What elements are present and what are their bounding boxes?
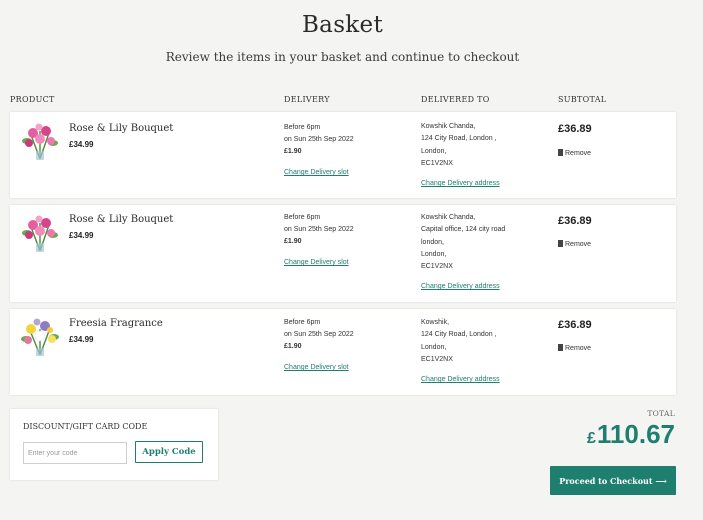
address-line: London, — [421, 250, 447, 258]
delivery-time: Before 6pm — [284, 124, 321, 131]
page-subtitle: Review the items in your basket and cont… — [165, 50, 520, 64]
remove-button[interactable]: Remove — [558, 240, 591, 248]
discount-label: DISCOUNT/GIFT CARD CODE — [23, 422, 148, 431]
column-header-delivered-to: DELIVERED TO — [421, 95, 490, 104]
address-line: EC1V2NX — [421, 263, 453, 271]
total-label: TOTAL — [647, 409, 675, 418]
change-delivery-slot-link[interactable]: Change Delivery slot — [284, 259, 349, 266]
remove-label: Remove — [565, 150, 592, 157]
trash-icon — [558, 149, 563, 156]
address-line: EC1V2NX — [421, 355, 453, 363]
product-price: £34.99 — [69, 140, 94, 149]
product-price: £34.99 — [69, 231, 94, 240]
change-delivery-slot-link[interactable]: Change Delivery slot — [284, 169, 349, 176]
total-amount: 110.67 — [596, 419, 675, 449]
address-line: Capital office, 124 city road — [421, 226, 506, 234]
delivery-fee: £1.90 — [284, 238, 302, 245]
change-delivery-address-link[interactable]: Change Delivery address — [421, 283, 500, 290]
change-delivery-address-link[interactable]: Change Delivery address — [421, 376, 500, 383]
item-subtotal: £36.89 — [558, 319, 592, 331]
basket-item: Freesia Fragrance £34.99 Before 6pm on S… — [10, 309, 676, 395]
pink-bouquet-image — [22, 215, 58, 252]
address-line: london, — [421, 238, 444, 246]
remove-button[interactable]: Remove — [558, 149, 591, 157]
trash-icon — [558, 240, 563, 247]
basket-item: Rose & Lily Bouquet £34.99 Before 6pm on… — [10, 112, 676, 198]
remove-label: Remove — [565, 241, 592, 248]
address-line: London, — [421, 147, 447, 155]
delivery-time: Before 6pm — [284, 319, 321, 326]
page-title: Basket — [301, 12, 383, 38]
delivery-fee: £1.90 — [284, 343, 302, 350]
delivery-date: on Sun 25th Sep 2022 — [284, 136, 354, 143]
trash-icon — [558, 344, 563, 351]
address-line: 124 City Road, London , — [421, 331, 497, 339]
address-line: London, — [421, 343, 447, 351]
column-header-delivery: DELIVERY — [284, 95, 330, 104]
apply-code-button[interactable]: Apply Code — [135, 441, 203, 463]
currency-symbol: £ — [587, 430, 596, 447]
delivery-date: on Sun 25th Sep 2022 — [284, 331, 354, 338]
product-price: £34.99 — [69, 335, 94, 344]
address-line: Kowshik Chanda, — [421, 214, 476, 221]
address-line: Kowshik, — [421, 319, 450, 326]
item-subtotal: £36.89 — [558, 123, 592, 135]
address-line: 124 City Road, London , — [421, 135, 497, 143]
delivery-time: Before 6pm — [284, 214, 321, 221]
change-delivery-address-link[interactable]: Change Delivery address — [421, 180, 500, 187]
remove-button[interactable]: Remove — [558, 344, 591, 352]
column-header-subtotal: SUBTOTAL — [558, 95, 607, 104]
freesia-bouquet-image — [21, 318, 59, 356]
discount-code-input[interactable] — [23, 442, 127, 464]
discount-panel: DISCOUNT/GIFT CARD CODE Apply Code — [10, 409, 218, 480]
item-subtotal: £36.89 — [558, 215, 592, 227]
delivery-fee: £1.90 — [284, 148, 302, 155]
address-line: Kowshik Chanda, — [421, 123, 476, 130]
product-name[interactable]: Freesia Fragrance — [69, 318, 163, 329]
remove-label: Remove — [565, 345, 592, 352]
basket-item: Rose & Lily Bouquet £34.99 Before 6pm on… — [10, 205, 676, 302]
delivery-date: on Sun 25th Sep 2022 — [284, 226, 354, 233]
product-name[interactable]: Rose & Lily Bouquet — [69, 214, 173, 225]
product-name[interactable]: Rose & Lily Bouquet — [69, 123, 173, 134]
address-line: EC1V2NX — [421, 159, 453, 167]
order-total: £110.67 — [587, 419, 675, 450]
pink-bouquet-image — [22, 123, 58, 160]
proceed-to-checkout-button[interactable]: Proceed to Checkout ⟶ — [550, 466, 676, 495]
column-header-product: PRODUCT — [10, 95, 55, 104]
change-delivery-slot-link[interactable]: Change Delivery slot — [284, 364, 349, 371]
